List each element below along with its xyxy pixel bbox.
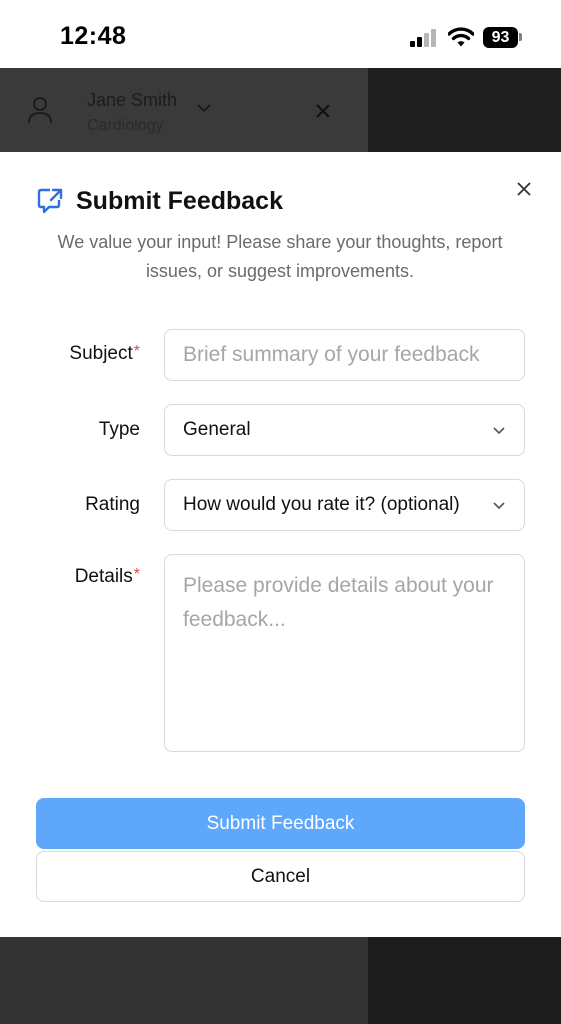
- modal-header: Submit Feedback: [36, 186, 283, 216]
- chevron-down-icon: [493, 427, 505, 435]
- background-user-department: Cardiology: [87, 117, 164, 134]
- required-mark: *: [133, 343, 140, 360]
- type-row: Type General: [0, 404, 561, 456]
- wifi-icon: [448, 27, 474, 47]
- type-label: Type: [98, 419, 140, 440]
- rating-select[interactable]: How would you rate it? (optional): [164, 479, 525, 531]
- rating-select-value: How would you rate it? (optional): [183, 494, 460, 515]
- status-time: 12:48: [60, 22, 127, 50]
- feedback-icon: [37, 188, 63, 214]
- rating-row: Rating How would you rate it? (optional): [0, 479, 561, 531]
- subject-label: Subject*: [40, 343, 140, 365]
- background-bottom-right: [368, 937, 561, 1024]
- type-select-value: General: [183, 419, 251, 440]
- cancel-button[interactable]: Cancel: [36, 851, 525, 902]
- modal-title: Submit Feedback: [76, 186, 283, 215]
- background-bottom-left: [0, 937, 368, 1024]
- details-textarea[interactable]: [165, 555, 524, 751]
- status-bar: 12:48 93: [0, 0, 561, 68]
- details-field: [164, 554, 525, 752]
- details-row: Details*: [0, 554, 561, 752]
- close-icon: [316, 104, 330, 118]
- user-icon: [28, 97, 52, 124]
- subject-label-text: Subject: [69, 343, 133, 364]
- type-select[interactable]: General: [164, 404, 525, 456]
- background-user-name: Jane Smith: [87, 90, 178, 110]
- screen: 12:48 93 Jane Smith Cardiology Submit Fe…: [0, 0, 561, 1024]
- details-label-text: Details: [74, 566, 133, 587]
- subject-row: Subject*: [0, 329, 561, 381]
- chevron-down-icon: [493, 502, 505, 510]
- background-bottom-bar: [0, 937, 561, 1024]
- subject-input[interactable]: [165, 330, 524, 380]
- submit-feedback-button[interactable]: Submit Feedback: [36, 798, 525, 849]
- chevron-down-icon: [197, 104, 211, 113]
- modal-description: We value your input! Please share your t…: [57, 232, 503, 281]
- subject-field: [164, 329, 525, 381]
- details-label: Details*: [40, 566, 140, 588]
- battery-tip: [519, 33, 522, 41]
- close-icon: [517, 182, 531, 196]
- battery-icon: 93: [483, 27, 518, 48]
- modal-close-button[interactable]: [513, 178, 535, 200]
- rating-label: Rating: [85, 494, 140, 515]
- cellular-signal-icon: [410, 29, 436, 47]
- required-mark: *: [133, 566, 140, 583]
- feedback-modal: Submit Feedback We value your input! Ple…: [0, 152, 561, 937]
